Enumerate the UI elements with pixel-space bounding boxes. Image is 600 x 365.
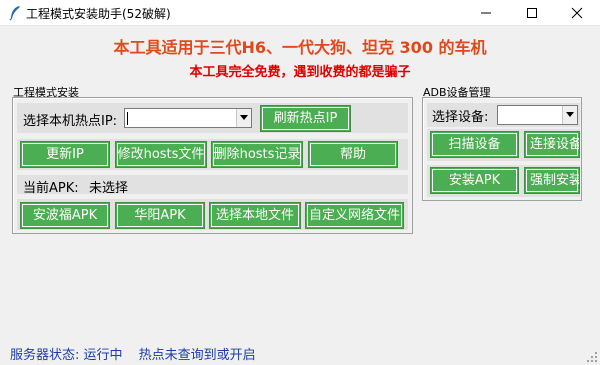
- help-button[interactable]: 帮助: [308, 141, 398, 168]
- local-file-button[interactable]: 选择本地文件: [209, 202, 301, 229]
- resize-grip-icon[interactable]: [587, 352, 598, 363]
- maximize-icon: [527, 8, 537, 18]
- force-install-button[interactable]: 强制安装: [524, 167, 580, 194]
- free-notice-heading: 本工具完全免费，遇到收费的都是骗子: [189, 65, 411, 80]
- install-apk-button[interactable]: 安装APK: [430, 167, 519, 194]
- title-bar: 工程模式安装助手(52破解): [0, 0, 600, 26]
- hotspot-status-text: 热点未查询到或开启: [138, 348, 256, 363]
- huayang-apk-button[interactable]: 华阳APK: [115, 202, 205, 229]
- chevron-down-icon[interactable]: [236, 109, 251, 127]
- custom-network-file-button[interactable]: 自定义网络文件: [305, 202, 404, 229]
- server-status-text: 服务器状态: 运行中: [10, 348, 123, 363]
- refresh-hotspot-button[interactable]: 刷新热点IP: [260, 105, 351, 132]
- minimize-icon: [481, 12, 491, 14]
- device-select-label: 选择设备:: [432, 110, 489, 125]
- connect-device-button[interactable]: 连接设备: [524, 131, 580, 158]
- scan-devices-button[interactable]: 扫描设备: [430, 131, 519, 158]
- status-bar: 服务器状态: 运行中 热点未查询到或开启: [10, 344, 268, 363]
- chevron-down-icon[interactable]: [562, 106, 577, 124]
- feather-app-icon: [8, 5, 22, 21]
- aptiv-apk-button[interactable]: 安波福APK: [20, 202, 110, 229]
- update-ip-button[interactable]: 更新IP: [20, 141, 110, 168]
- minimize-button[interactable]: [463, 0, 509, 26]
- delete-hosts-button[interactable]: 删除hosts记录: [211, 141, 303, 168]
- current-apk-label: 当前APK:: [23, 181, 79, 196]
- close-button[interactable]: [554, 0, 600, 26]
- hotspot-ip-label: 选择本机热点IP:: [23, 114, 118, 129]
- close-icon: [571, 7, 583, 19]
- current-apk-value: 未选择: [89, 181, 129, 196]
- hotspot-ip-select[interactable]: [124, 108, 252, 128]
- text-caret: [127, 112, 128, 125]
- window-title: 工程模式安装助手(52破解): [26, 7, 171, 21]
- compatibility-heading: 本工具适用于三代H6、一代大狗、坦克 300 的车机: [113, 38, 487, 57]
- modify-hosts-button[interactable]: 修改hosts文件: [115, 141, 207, 168]
- maximize-button[interactable]: [509, 0, 555, 26]
- device-select[interactable]: [497, 105, 578, 125]
